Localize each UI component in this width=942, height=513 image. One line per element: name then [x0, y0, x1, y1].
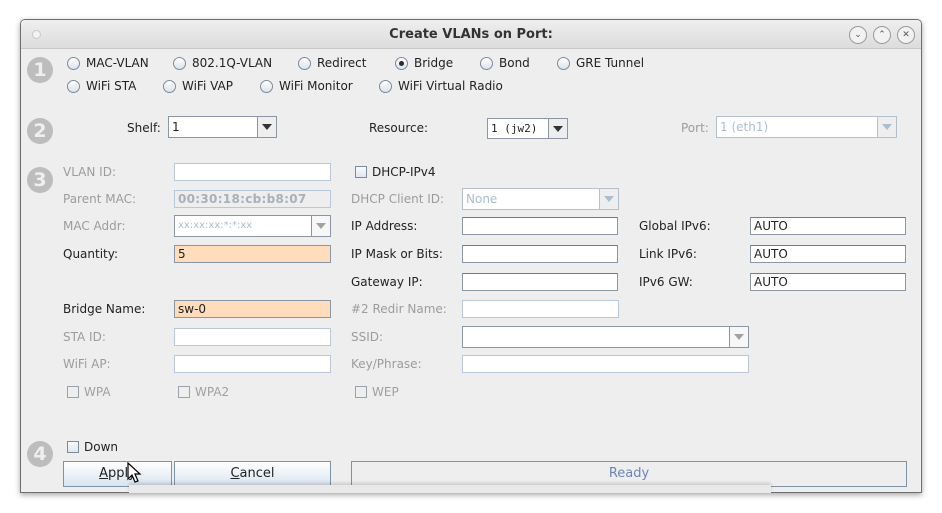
gateway-ip-input[interactable] — [462, 273, 618, 291]
wifi-ap-input[interactable] — [174, 355, 331, 373]
ssid-label: SSID: — [351, 330, 384, 344]
radio-indicator — [173, 56, 186, 70]
cancel-button[interactable]: Cancel — [174, 461, 331, 487]
ssid-combo[interactable] — [462, 326, 749, 348]
parent-mac-label: Parent MAC: — [63, 192, 137, 206]
global-ipv6-label: Global IPv6: — [639, 219, 711, 233]
mac-addr-label: MAC Addr: — [63, 219, 126, 233]
radio-mac-vlan[interactable]: MAC-VLAN — [67, 56, 149, 70]
dropdown-arrow-icon — [312, 216, 330, 236]
link-ipv6-label: Link IPv6: — [639, 247, 697, 261]
vlan-id-input[interactable] — [174, 163, 331, 181]
shelf-label: Shelf: — [127, 121, 161, 135]
sta-id-input[interactable] — [174, 328, 331, 346]
close-icon: ✕ — [902, 30, 910, 40]
gateway-ip-label: Gateway IP: — [351, 275, 423, 289]
radio-indicator — [163, 79, 176, 93]
window-title: Create VLANs on Port: — [389, 27, 553, 42]
radio-8021q-vlan[interactable]: 802.1Q-VLAN — [173, 56, 272, 70]
checkbox-box — [355, 166, 367, 178]
key-phrase-label: Key/Phrase: — [351, 357, 422, 371]
wpa-checkbox[interactable]: WPA — [67, 385, 111, 399]
radio-wifi-monitor[interactable]: WiFi Monitor — [260, 79, 353, 93]
radio-wifi-virtual-radio[interactable]: WiFi Virtual Radio — [379, 79, 503, 93]
dropdown-arrow-icon — [258, 117, 276, 137]
redir-name-label: #2 Redir Name: — [351, 302, 447, 316]
bridge-name-label: Bridge Name: — [63, 302, 146, 316]
quantity-label: Quantity: — [63, 247, 119, 261]
step-2-badge: 2 — [27, 118, 53, 144]
radio-indicator — [298, 56, 311, 70]
ip-address-input[interactable] — [462, 217, 618, 235]
vlan-id-label: VLAN ID: — [63, 165, 116, 179]
step-4-badge: 4 — [27, 441, 53, 467]
tooltip-strip — [129, 485, 771, 493]
mouse-cursor-icon — [127, 462, 142, 483]
dhcp-ipv4-checkbox[interactable]: DHCP-IPv4 — [355, 165, 435, 179]
dhcp-client-id-label: DHCP Client ID: — [351, 192, 445, 206]
resource-label: Resource: — [369, 121, 429, 135]
radio-indicator — [260, 79, 273, 93]
dhcp-client-id-combo[interactable]: None — [462, 188, 619, 210]
ip-mask-label: IP Mask or Bits: — [351, 247, 443, 261]
checkbox-box — [67, 386, 79, 398]
shelf-select[interactable]: 1 — [168, 116, 277, 138]
radio-indicator — [379, 79, 392, 93]
radio-indicator — [557, 56, 570, 70]
port-label: Port: — [681, 121, 709, 135]
wep-checkbox[interactable]: WEP — [355, 385, 399, 399]
dropdown-arrow-icon — [600, 189, 618, 209]
radio-bond[interactable]: Bond — [480, 56, 530, 70]
wpa2-checkbox[interactable]: WPA2 — [178, 385, 229, 399]
ipv6-gw-label: IPv6 GW: — [639, 275, 693, 289]
ip-address-label: IP Address: — [351, 219, 418, 233]
radio-indicator — [67, 56, 80, 70]
redir-name-input[interactable] — [462, 300, 619, 318]
radio-gre-tunnel[interactable]: GRE Tunnel — [557, 56, 644, 70]
checkbox-box — [67, 441, 79, 453]
sta-id-label: STA ID: — [63, 330, 106, 344]
step-1-badge: 1 — [27, 57, 53, 83]
close-button[interactable]: ✕ — [897, 26, 915, 44]
resource-select[interactable]: 1 (jw2) — [487, 118, 568, 139]
radio-wifi-vap[interactable]: WiFi VAP — [163, 79, 233, 93]
dropdown-arrow-icon — [730, 327, 748, 347]
key-phrase-input[interactable] — [462, 355, 749, 373]
chevron-up-icon: ⌃ — [878, 30, 886, 40]
checkbox-box — [355, 386, 367, 398]
mac-addr-combo[interactable]: xx:xx:xx:*:*:xx — [174, 215, 331, 237]
port-select[interactable]: 1 (eth1) — [716, 116, 897, 138]
wifi-ap-label: WiFi AP: — [63, 357, 111, 371]
down-checkbox[interactable]: Down — [67, 440, 118, 454]
quantity-input[interactable]: 5 — [174, 245, 331, 263]
apply-button[interactable]: Apply — [63, 461, 172, 487]
checkbox-box — [178, 386, 190, 398]
maximize-button[interactable]: ⌃ — [873, 26, 891, 44]
ip-mask-input[interactable] — [462, 245, 618, 263]
minimize-button[interactable]: ⌄ — [849, 26, 867, 44]
link-ipv6-input[interactable]: AUTO — [750, 245, 906, 263]
dropdown-arrow-icon — [549, 119, 567, 138]
chevron-down-icon: ⌄ — [854, 30, 862, 40]
title-bar[interactable]: Create VLANs on Port: ⌄ ⌃ ✕ — [21, 20, 921, 49]
radio-indicator-selected — [395, 56, 408, 70]
dropdown-arrow-icon — [878, 117, 896, 137]
parent-mac-field: 00:30:18:cb:b8:07 — [174, 190, 331, 208]
create-vlans-dialog: Create VLANs on Port: ⌄ ⌃ ✕ 1 2 3 4 MAC-… — [20, 19, 922, 493]
radio-bridge[interactable]: Bridge — [395, 56, 453, 70]
bridge-name-input[interactable]: sw-0 — [174, 300, 331, 318]
step-3-badge: 3 — [27, 167, 53, 193]
radio-indicator — [67, 79, 80, 93]
ipv6-gw-input[interactable]: AUTO — [750, 273, 906, 291]
radio-indicator — [480, 56, 493, 70]
radio-wifi-sta[interactable]: WiFi STA — [67, 79, 136, 93]
radio-redirect[interactable]: Redirect — [298, 56, 367, 70]
status-bar: Ready — [351, 461, 907, 487]
global-ipv6-input[interactable]: AUTO — [750, 217, 906, 235]
